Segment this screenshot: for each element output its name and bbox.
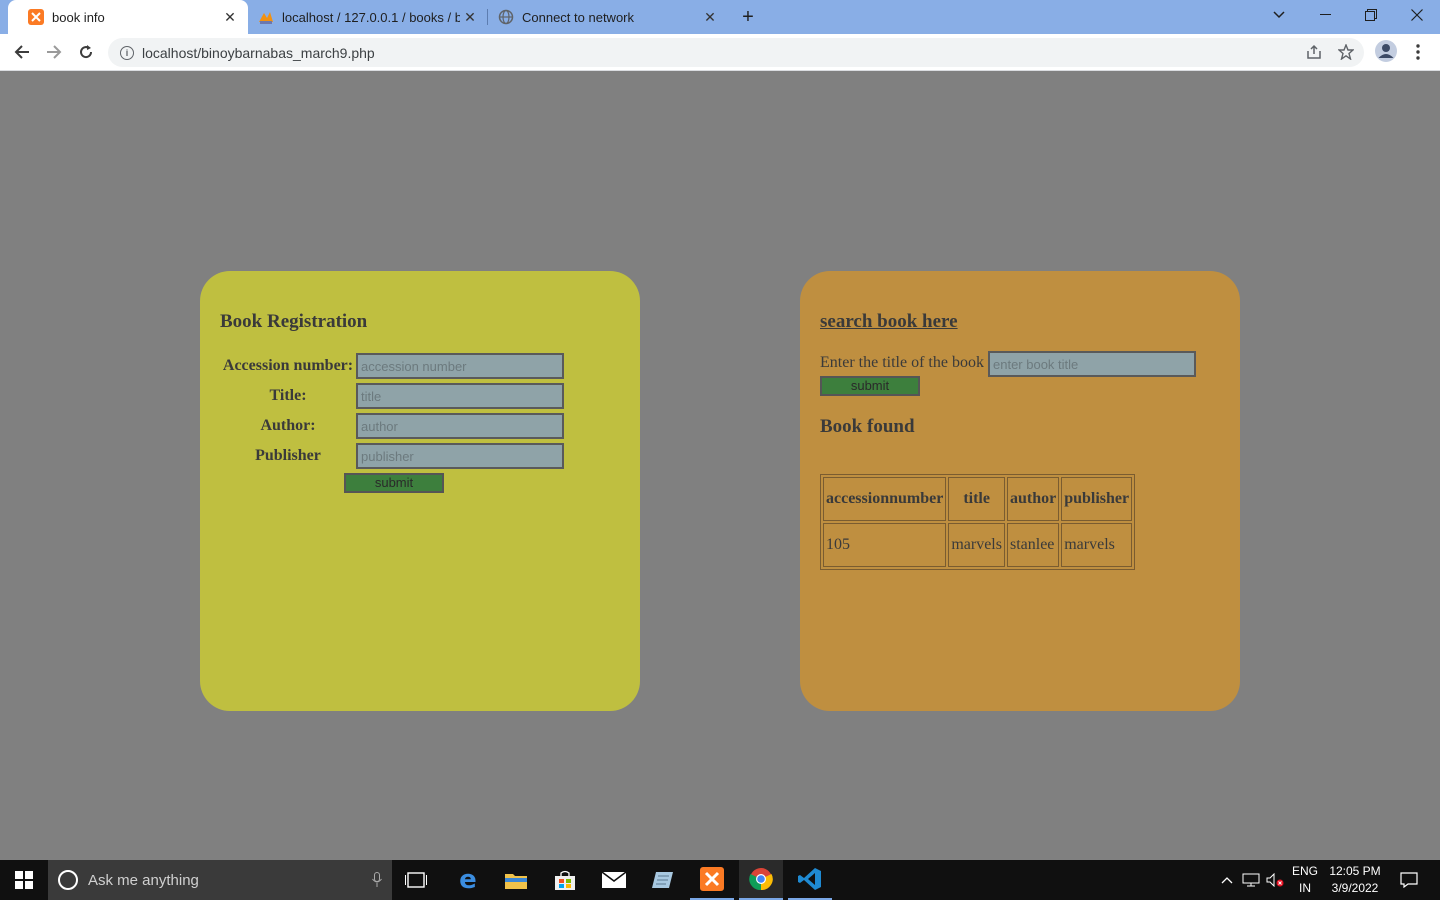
form-row-author: Author: <box>220 413 564 439</box>
vscode-icon[interactable] <box>788 860 832 900</box>
tab-title: book info <box>52 9 105 25</box>
author-label: Author: <box>260 417 316 434</box>
edge-browser-icon[interactable]: e <box>446 860 490 900</box>
mail-icon[interactable] <box>592 860 636 900</box>
xampp-icon[interactable] <box>690 860 734 900</box>
microphone-icon[interactable] <box>362 872 392 888</box>
clock-date: 3/9/2022 <box>1331 881 1379 895</box>
form-row-accession: Accession number: <box>220 353 564 379</box>
publisher-input[interactable] <box>356 443 564 469</box>
clock[interactable]: 12:05 PM 3/9/2022 <box>1326 863 1384 897</box>
minimize-icon[interactable] <box>1302 0 1348 30</box>
tab-search-chevron-icon[interactable] <box>1256 0 1302 30</box>
tab-title: Connect to network <box>522 9 635 25</box>
new-tab-icon[interactable]: + <box>736 5 760 29</box>
book-found-heading: Book found <box>820 416 915 437</box>
bookmark-star-icon[interactable] <box>1336 42 1356 62</box>
tab-strip: book info ✕ localhost / 127.0.0.1 / book… <box>0 0 1440 34</box>
language-indicator[interactable]: ENG IN <box>1288 863 1322 897</box>
forward-arrow-icon[interactable] <box>40 38 68 66</box>
browser-toolbar: i localhost/binoybarnabas_march9.php <box>0 34 1440 71</box>
table-row: 105 marvels stanlee marvels <box>823 523 1133 567</box>
taskbar-search-box[interactable]: Ask me anything <box>48 860 392 900</box>
table-cell: marvels <box>1061 523 1133 567</box>
close-tab-icon[interactable]: ✕ <box>460 7 480 27</box>
language-code: ENG <box>1291 864 1318 878</box>
tab-connect-network[interactable]: Connect to network ✕ <box>488 0 728 34</box>
search-title-label: Enter the title of the book <box>820 354 984 371</box>
search-heading-link[interactable]: search book here <box>820 311 958 333</box>
search-title-input[interactable] <box>988 351 1196 377</box>
tab-title: localhost / 127.0.0.1 / books / bo <box>282 9 460 25</box>
taskbar-search-placeholder: Ask me anything <box>88 871 199 889</box>
notes-app-icon[interactable] <box>641 860 685 900</box>
notifications-icon[interactable] <box>1394 860 1424 900</box>
globe-icon <box>498 9 514 25</box>
windows-start-icon[interactable] <box>0 860 48 900</box>
close-tab-icon[interactable]: ✕ <box>220 7 240 27</box>
registration-card: Book Registration Accession number: Titl… <box>200 271 640 711</box>
store-icon[interactable] <box>543 860 587 900</box>
clock-time: 12:05 PM <box>1329 864 1381 878</box>
show-hidden-icons-chevron-icon[interactable] <box>1216 860 1238 900</box>
column-header: publisher <box>1061 477 1133 521</box>
volume-muted-icon[interactable] <box>1264 860 1286 900</box>
form-row-title: Title: <box>220 383 564 409</box>
search-submit-button[interactable]: submit <box>820 376 920 396</box>
profile-avatar-icon[interactable] <box>1374 39 1398 63</box>
close-tab-icon[interactable]: ✕ <box>700 7 720 27</box>
network-icon[interactable] <box>1240 860 1262 900</box>
column-header: author <box>1006 477 1060 521</box>
publisher-label: Publisher <box>255 447 321 464</box>
accession-label: Accession number: <box>222 357 354 374</box>
back-arrow-icon[interactable] <box>8 38 36 66</box>
search-card: search book here Enter the title of the … <box>800 271 1240 711</box>
register-submit-button[interactable]: submit <box>344 473 444 493</box>
results-table: accessionnumber title author publisher 1… <box>820 474 1136 570</box>
reload-icon[interactable] <box>72 38 100 66</box>
table-cell: 105 <box>823 523 947 567</box>
column-header: accessionnumber <box>823 477 947 521</box>
xampp-favicon-icon <box>28 9 44 25</box>
file-explorer-icon[interactable] <box>494 860 538 900</box>
form-row-publisher: Publisher <box>220 443 564 469</box>
close-window-icon[interactable] <box>1394 0 1440 30</box>
cortana-icon <box>58 870 78 890</box>
chrome-icon[interactable] <box>739 860 783 900</box>
table-cell: stanlee <box>1006 523 1060 567</box>
column-header: title <box>948 477 1005 521</box>
title-input[interactable] <box>356 383 564 409</box>
share-icon[interactable] <box>1304 42 1324 62</box>
more-menu-icon[interactable] <box>1408 42 1428 62</box>
address-bar[interactable]: i localhost/binoybarnabas_march9.php <box>108 38 1364 67</box>
tab-phpmyadmin[interactable]: localhost / 127.0.0.1 / books / bo ✕ <box>248 0 488 34</box>
region-code: IN <box>1299 881 1311 895</box>
site-info-icon[interactable]: i <box>120 45 134 60</box>
registration-heading: Book Registration <box>220 311 368 332</box>
restore-icon[interactable] <box>1348 0 1394 30</box>
author-input[interactable] <box>356 413 564 439</box>
url-text: localhost/binoybarnabas_march9.php <box>142 44 375 61</box>
table-cell: marvels <box>948 523 1005 567</box>
tab-book-info[interactable]: book info ✕ <box>8 0 248 34</box>
task-view-icon[interactable] <box>396 860 436 900</box>
table-header-row: accessionnumber title author publisher <box>823 477 1133 521</box>
accession-number-input[interactable] <box>356 353 564 379</box>
taskbar: Ask me anything e ENG IN 12:05 PM 3/9/20… <box>0 860 1440 900</box>
title-label: Title: <box>269 387 307 404</box>
phpmyadmin-favicon-icon <box>258 9 274 25</box>
